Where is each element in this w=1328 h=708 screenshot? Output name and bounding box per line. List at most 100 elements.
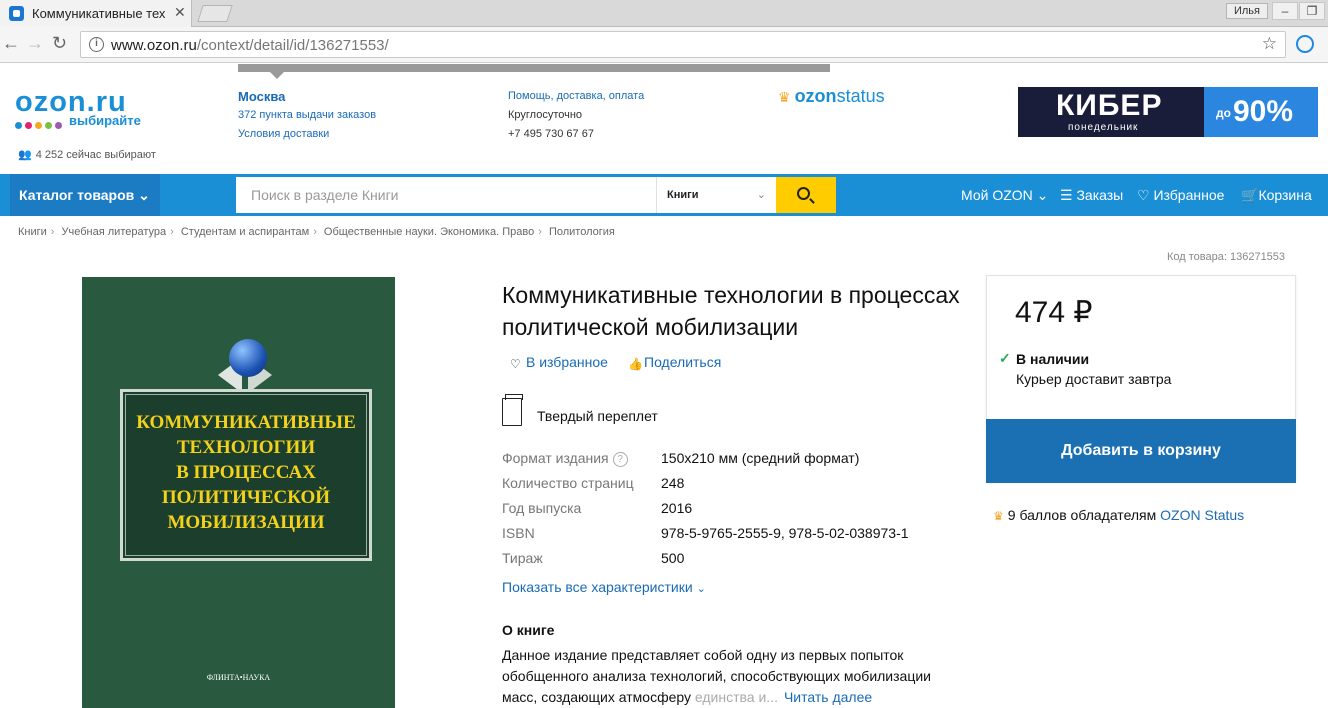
profile-button[interactable]: Илья [1226,3,1268,19]
price: 474 ₽ [1015,296,1093,329]
reload-icon[interactable]: ↻ [52,33,67,54]
add-to-cart-button[interactable]: Добавить в корзину [986,419,1296,483]
new-tab-button[interactable] [197,5,233,22]
ozon-logo[interactable]: ozon.ru выбирайте [15,86,141,129]
checkmark-icon: ✓ [999,350,1011,366]
header-promo-strip [238,64,830,79]
url-text: www.ozon.ru/context/detail/id/136271553/ [111,37,389,54]
cart-icon: 🛒 [1241,187,1259,203]
catalog-button[interactable]: Каталог товаров ⌄ [10,174,160,216]
cover-title-line: ТЕХНОЛОГИИ [176,437,316,458]
heart-icon: ♡ [510,357,521,371]
choosing-now-text: 4 252 сейчас выбирают [35,149,156,161]
cover-title-line: МОБИЛИЗАЦИИ [167,512,325,533]
delivery-terms-link[interactable]: Условия доставки [238,128,329,140]
chevron-down-icon: ⌄ [696,583,706,595]
cover-title: КОММУНИКАТИВНЫЕ ТЕХНОЛОГИИ В ПРОЦЕССАХ П… [123,410,369,535]
breadcrumb-item[interactable]: Политология [549,226,615,238]
favorites-label: Избранное [1153,187,1225,203]
search-section-value: Книги [667,189,699,201]
read-more-link[interactable]: Читать далее [784,689,872,705]
my-ozon-menu[interactable]: Мой OZON ⌄ [961,187,1048,204]
people-icon: 👥 [18,149,32,161]
show-all-specs-link[interactable]: Показать все характеристики ⌄ [502,579,706,595]
favorites-link[interactable]: ♡ Избранное [1137,187,1224,204]
chevron-down-icon: ⌄ [1036,187,1049,203]
spec-value: 2016 [661,500,693,516]
share-label: Поделиться [644,354,722,370]
forward-icon[interactable]: → [26,33,44,54]
breadcrumb-item[interactable]: Учебная литература [62,226,167,238]
info-icon[interactable]: i [89,37,104,52]
status-logo-bold: ozon [794,86,837,106]
choosing-now: 👥 4 252 сейчас выбирают [18,148,156,161]
buy-box: 474 ₽ ✓ В наличии Курьер доставит завтра… [986,275,1296,483]
address-bar[interactable]: i www.ozon.ru/context/detail/id/13627155… [80,31,1286,58]
breadcrumb-item[interactable]: Книги [18,226,47,238]
minimize-icon[interactable]: – [1272,2,1298,20]
about-text: Данное издание представляет собой одну и… [502,645,942,708]
chevron-down-icon: ⌄ [138,187,150,203]
breadcrumb-separator: › [313,226,317,238]
spec-key: Количество страниц [502,475,634,491]
ozon-status-link[interactable]: OZON Status [1160,507,1244,523]
pickup-points-link[interactable]: 372 пункта выдачи заказов [238,109,376,121]
restore-icon[interactable]: ❐ [1299,2,1325,20]
about-fade: единства и... [694,689,778,705]
breadcrumb-separator: › [50,226,55,238]
browser-tab-strip: Коммуникативные тех ✕ Илья – ❐ [0,0,1328,27]
spec-key: Формат издания? [502,450,628,467]
cover-title-line: ПОЛИТИЧЕСКОЙ [161,487,331,508]
help-icon[interactable]: ? [612,452,628,467]
help-link[interactable]: Помощь, доставка, оплата [508,90,644,102]
spec-value: 150x210 мм (средний формат) [661,450,860,466]
cover-title-frame: КОММУНИКАТИВНЫЕ ТЕХНОЛОГИИ В ПРОЦЕССАХ П… [120,389,372,561]
search-button[interactable] [776,177,836,213]
browser-tab[interactable]: Коммуникативные тех ✕ [0,0,192,27]
share-button[interactable]: 👍Поделиться [628,354,722,371]
search-box [236,177,656,213]
search-icon [797,187,810,200]
search-input[interactable] [236,177,636,213]
ozon-status-logo[interactable]: ♛ ozonstatus [778,86,885,107]
show-all-label: Показать все характеристики [502,579,693,595]
cover-title-line: В ПРОЦЕССАХ [176,462,316,483]
close-tab-icon[interactable]: ✕ [174,4,186,21]
extension-icon[interactable] [1296,35,1314,53]
breadcrumb-item[interactable]: Общественные науки. Экономика. Право [324,226,534,238]
cover-title-line: КОММУНИКАТИВНЫЕ [136,412,356,433]
my-ozon-label: Мой OZON [961,187,1033,203]
cyber-monday-banner[interactable]: КИБЕР понедельник до90% [1018,87,1318,137]
spec-key: Год выпуска [502,500,582,516]
ozon-favicon-icon [9,6,24,21]
product-title: Коммуникативные технологии в процессах п… [502,282,960,340]
bookmark-star-icon[interactable]: ☆ [1262,34,1277,54]
banner-subtitle: понедельник [1068,122,1139,133]
add-favorite-label: В избранное [526,354,608,370]
delivery-info: Курьер доставит завтра [1016,371,1172,387]
url-host: www.ozon.ru [111,37,197,54]
url-path: /context/detail/id/136271553/ [196,37,389,54]
spec-key: Тираж [502,550,543,566]
book-cover-image[interactable]: КОММУНИКАТИВНЫЕ ТЕХНОЛОГИИ В ПРОЦЕССАХ П… [82,277,395,708]
binding-type: Твердый переплет [537,408,658,424]
city-selector[interactable]: Москва [238,89,285,104]
status-logo-rest: status [836,86,885,106]
back-icon[interactable]: ← [2,33,20,54]
orders-label: Заказы [1076,187,1124,203]
spec-value: 500 [661,550,685,566]
cart-label: Корзина [1258,187,1312,203]
add-to-favorites-button[interactable]: ♡ В избранное [510,354,608,371]
logo-wordmark: ozon.ru [15,86,127,118]
support-phone[interactable]: +7 495 730 67 67 [508,128,594,140]
status-points: ♛ 9 баллов обладателям OZON Status [993,507,1244,523]
breadcrumb-separator: › [170,226,174,238]
search-section-select[interactable]: Книги ⌄ [656,177,776,213]
breadcrumb-item[interactable]: Студентам и аспирантам [181,226,309,238]
support-hours: Круглосуточно [508,109,583,121]
orders-link[interactable]: ☰ Заказы [1060,187,1123,204]
spec-value: 248 [661,475,685,491]
banner-title: КИБЕР [1056,89,1163,122]
spec-value: 978-5-9765-2555-9, 978-5-02-038973-1 [661,525,909,541]
cart-link[interactable]: 🛒Корзина [1241,187,1312,204]
